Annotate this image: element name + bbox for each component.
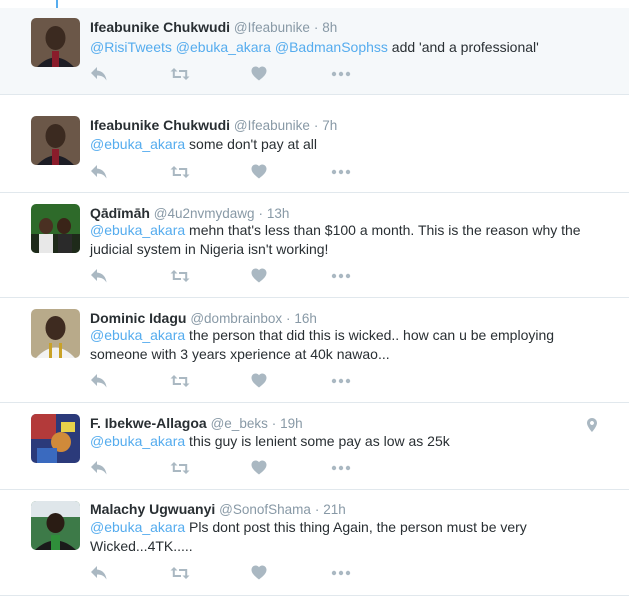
tweet[interactable]: Qādīmāh @4u2nvmydawg · 13h @ebuka_akara … xyxy=(0,194,629,298)
retweet-icon[interactable] xyxy=(170,268,190,286)
tweet-text: @RisiTweets @ebuka_akara @BadmanSophss a… xyxy=(90,38,610,57)
separator: · xyxy=(258,206,263,221)
retweet-icon[interactable] xyxy=(170,164,190,182)
tweet[interactable]: F. Ibekwe-Allagoa @e_beks · 19h @ebuka_a… xyxy=(0,404,629,490)
user-handle[interactable]: @dombrainbox xyxy=(190,311,282,326)
tweet-timestamp[interactable]: 16h xyxy=(294,311,317,326)
separator: · xyxy=(286,311,291,326)
avatar[interactable] xyxy=(31,414,80,463)
mention-link[interactable]: @BadmanSophss xyxy=(275,39,388,55)
reply-icon[interactable] xyxy=(90,164,110,182)
mention-link[interactable]: @ebuka_akara xyxy=(90,433,185,449)
tweet-text: @ebuka_akara some don't pay at all xyxy=(90,135,610,154)
reply-icon[interactable] xyxy=(90,66,110,84)
avatar[interactable] xyxy=(31,309,80,358)
avatar[interactable] xyxy=(31,116,80,165)
tweet-text-content: add 'and a professional' xyxy=(387,39,539,55)
reply-icon[interactable] xyxy=(90,460,110,478)
separator: · xyxy=(271,416,277,431)
separator: · xyxy=(313,20,319,35)
user-handle[interactable]: @4u2nvmydawg xyxy=(154,206,255,221)
separator: · xyxy=(313,118,319,133)
tweet-text: @ebuka_akara the person that did this is… xyxy=(90,326,610,363)
retweet-icon[interactable] xyxy=(170,373,190,391)
avatar[interactable] xyxy=(31,501,80,550)
tweet-header: F. Ibekwe-Allagoa @e_beks · 19h xyxy=(90,414,303,433)
tweet-text: @ebuka_akara Pls dont post this thing Ag… xyxy=(90,518,610,555)
like-icon[interactable] xyxy=(251,164,271,182)
tweet-header: Malachy Ugwuanyi @SonofShama · 21h xyxy=(90,500,346,519)
tweet-text: @ebuka_akara this guy is lenient some pa… xyxy=(90,432,610,451)
tweet-timestamp[interactable]: 8h xyxy=(322,20,337,35)
tweet[interactable]: Dominic Idagu @dombrainbox · 16h @ebuka_… xyxy=(0,299,629,403)
tweet-timestamp[interactable]: 7h xyxy=(322,118,337,133)
more-icon[interactable] xyxy=(331,460,351,478)
more-icon[interactable] xyxy=(331,66,351,84)
retweet-icon[interactable] xyxy=(170,460,190,478)
mention-link[interactable]: @RisiTweets xyxy=(90,39,172,55)
mention-link[interactable]: @ebuka_akara xyxy=(90,222,185,238)
reply-icon[interactable] xyxy=(90,268,110,286)
tweet[interactable]: Ifeabunike Chukwudi @Ifeabunike · 7h @eb… xyxy=(0,106,629,193)
more-icon[interactable] xyxy=(331,268,351,286)
retweet-icon[interactable] xyxy=(170,565,190,583)
separator: · xyxy=(314,502,320,517)
tweet-timestamp[interactable]: 13h xyxy=(267,206,290,221)
avatar[interactable] xyxy=(31,18,80,67)
user-fullname[interactable]: F. Ibekwe-Allagoa xyxy=(90,415,207,431)
like-icon[interactable] xyxy=(251,565,271,583)
tweet[interactable]: Ifeabunike Chukwudi @Ifeabunike · 8h @Ri… xyxy=(0,8,629,95)
mention-link[interactable]: @ebuka_akara xyxy=(90,519,185,535)
tweet-timestamp[interactable]: 19h xyxy=(280,416,303,431)
tweet-text-content: some don't pay at all xyxy=(185,136,318,152)
user-fullname[interactable]: Ifeabunike Chukwudi xyxy=(90,117,230,133)
user-handle[interactable]: @SonofShama xyxy=(219,502,311,517)
user-fullname[interactable]: Dominic Idagu xyxy=(90,310,186,326)
mention-link[interactable]: @ebuka_akara xyxy=(90,327,185,343)
mention-link[interactable]: @ebuka_akara xyxy=(90,136,185,152)
more-icon[interactable] xyxy=(331,373,351,391)
reply-icon[interactable] xyxy=(90,373,110,391)
tweet-timestamp[interactable]: 21h xyxy=(323,502,346,517)
user-fullname[interactable]: Ifeabunike Chukwudi xyxy=(90,19,230,35)
like-icon[interactable] xyxy=(251,373,271,391)
tweet-header: Ifeabunike Chukwudi @Ifeabunike · 8h xyxy=(90,18,337,37)
reply-icon[interactable] xyxy=(90,565,110,583)
user-fullname[interactable]: Malachy Ugwuanyi xyxy=(90,501,215,517)
user-fullname[interactable]: Qādīmāh xyxy=(90,205,150,221)
user-handle[interactable]: @Ifeabunike xyxy=(234,20,310,35)
user-handle[interactable]: @Ifeabunike xyxy=(234,118,310,133)
tweet-text: @ebuka_akara mehn that's less than $100 … xyxy=(90,221,610,258)
like-icon[interactable] xyxy=(251,66,271,84)
tweet[interactable]: Malachy Ugwuanyi @SonofShama · 21h @ebuk… xyxy=(0,491,629,596)
more-icon[interactable] xyxy=(331,565,351,583)
tweet-text-content: this guy is lenient some pay as low as 2… xyxy=(185,433,450,449)
mention-link[interactable]: @ebuka_akara xyxy=(176,39,271,55)
retweet-icon[interactable] xyxy=(170,66,190,84)
more-icon[interactable] xyxy=(331,164,351,182)
tweet-header: Ifeabunike Chukwudi @Ifeabunike · 7h xyxy=(90,116,337,135)
user-handle[interactable]: @e_beks xyxy=(211,416,268,431)
like-icon[interactable] xyxy=(251,460,271,478)
like-icon[interactable] xyxy=(251,268,271,286)
avatar[interactable] xyxy=(31,204,80,253)
